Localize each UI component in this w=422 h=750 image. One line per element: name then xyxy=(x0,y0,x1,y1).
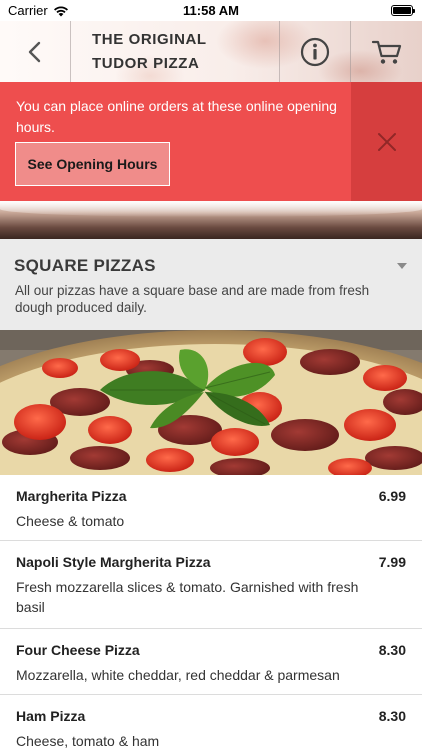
hero-image-strip xyxy=(0,201,422,239)
category-title: SQUARE PIZZAS xyxy=(14,256,156,275)
info-circle-icon xyxy=(300,37,330,66)
chevron-down-icon[interactable] xyxy=(397,263,407,269)
close-icon xyxy=(377,132,396,151)
item-price: 6.99 xyxy=(378,488,406,504)
chevron-left-icon xyxy=(28,41,41,62)
item-name: Napoli Style Margherita Pizza xyxy=(16,554,211,570)
banner-close-button[interactable] xyxy=(351,82,422,201)
item-description: Cheese & tomato xyxy=(16,513,125,529)
status-bar: Carrier 11:58 AM xyxy=(0,0,422,22)
cart-button[interactable] xyxy=(351,21,422,82)
item-description: Cheese, tomato & ham xyxy=(16,733,160,749)
pizza-image xyxy=(0,330,422,475)
item-price: 8.30 xyxy=(378,642,406,658)
clock: 11:58 AM xyxy=(183,3,239,18)
item-price: 8.30 xyxy=(378,708,406,724)
app-header: THE ORIGINAL TUDOR PIZZA xyxy=(0,21,422,82)
menu-list: Margherita Pizza 6.99 Cheese & tomato Na… xyxy=(0,475,422,750)
menu-item[interactable]: Ham Pizza 8.30 Cheese, tomato & ham xyxy=(0,695,422,750)
item-name: Margherita Pizza xyxy=(16,488,127,504)
header-title-cell: THE ORIGINAL TUDOR PIZZA xyxy=(71,21,280,82)
battery-icon xyxy=(391,5,415,16)
item-description: Mozzarella, white cheddar, red cheddar &… xyxy=(16,667,340,683)
opening-hours-banner: You can place online orders at these onl… xyxy=(0,82,422,201)
cart-icon xyxy=(371,40,401,64)
item-description: Fresh mozzarella slices & tomato. Garnis… xyxy=(16,579,359,615)
back-button[interactable] xyxy=(0,21,71,82)
item-name: Ham Pizza xyxy=(16,708,86,724)
category-description: All our pizzas have a square base and ar… xyxy=(15,283,370,315)
menu-item[interactable]: Margherita Pizza 6.99 Cheese & tomato xyxy=(0,475,422,541)
menu-item[interactable]: Napoli Style Margherita Pizza 7.99 Fresh… xyxy=(0,541,422,629)
item-price: 7.99 xyxy=(378,554,406,570)
item-name: Four Cheese Pizza xyxy=(16,642,140,658)
info-button[interactable] xyxy=(280,21,351,82)
banner-message: You can place online orders at these onl… xyxy=(16,98,337,135)
menu-item[interactable]: Four Cheese Pizza 8.30 Mozzarella, white… xyxy=(0,629,422,695)
pizza-illustration xyxy=(0,330,422,475)
restaurant-title: THE ORIGINAL TUDOR PIZZA xyxy=(92,30,207,72)
category-header[interactable]: SQUARE PIZZAS All our pizzas have a squa… xyxy=(0,239,422,330)
see-opening-hours-button[interactable]: See Opening Hours xyxy=(15,142,170,186)
